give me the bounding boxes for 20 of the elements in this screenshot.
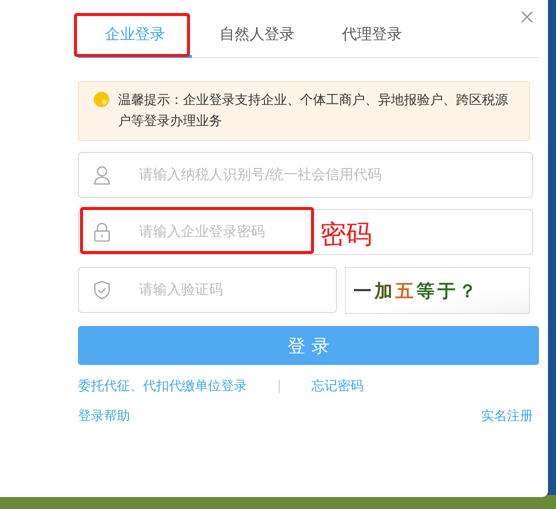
login-tab[interactable]: 自然人登录 [192,13,322,55]
tip-icon [93,91,110,108]
input-field[interactable]: 请输入验证码 [78,267,337,313]
close-icon[interactable] [520,10,534,24]
notice-text: 温馨提示：企业登录支持企业、个体工商户、异地报验户、跨区税源户等登录办理业务 [118,92,509,131]
captcha-image[interactable]: 一加五等于？ [344,267,530,314]
login-tab[interactable]: 企业登录 [78,13,192,58]
shield-icon [93,280,111,300]
separator: | [277,378,282,394]
captcha-text: 一加五等于？ [354,280,480,302]
login-button[interactable]: 登 录 [78,326,539,365]
lock-icon [93,222,111,242]
annotation-label: 密码 [320,219,372,252]
agent-login-link[interactable]: 委托代征、代扣代缴单位登录 [78,377,247,395]
user-icon [93,165,111,185]
input-field[interactable]: 请输入纳税人识别号/统一社会信用代码 [78,152,533,198]
forgot-password-link[interactable]: 忘记密码 [311,377,364,395]
login-tab[interactable]: 代理登录 [322,13,422,55]
footer-link[interactable]: 实名注册 [481,407,533,425]
footer-link[interactable]: 登录帮助 [78,407,130,425]
